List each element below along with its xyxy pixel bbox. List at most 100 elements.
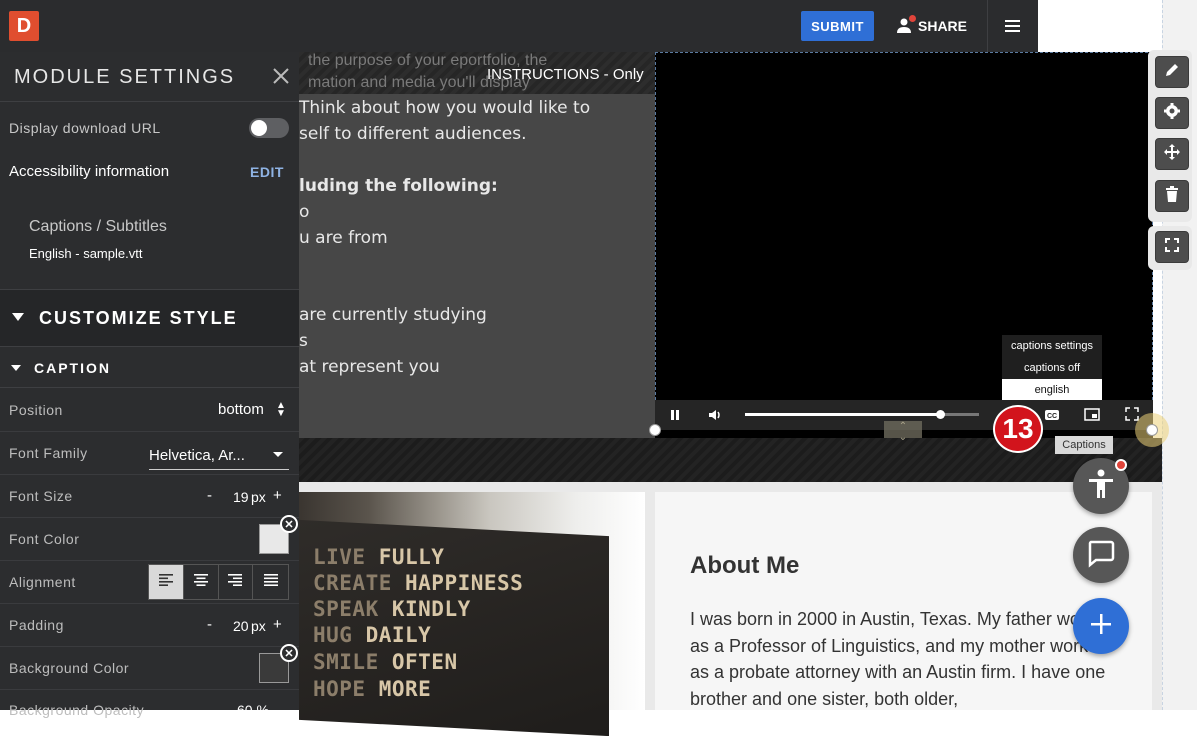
- volume-icon[interactable]: [707, 407, 723, 423]
- resize-knob-left[interactable]: [649, 424, 661, 436]
- captions-settings-option[interactable]: captions settings: [1002, 335, 1102, 356]
- instructions-line: self to different audiences.: [299, 124, 527, 144]
- captions-english-option[interactable]: english: [1002, 379, 1102, 400]
- instructions-line: luding the following:: [299, 176, 498, 196]
- font-size-label: Font Size: [9, 488, 73, 504]
- chat-icon: [1086, 538, 1116, 573]
- about-title: About Me: [690, 552, 800, 579]
- background-opacity-label: Background Opacity: [9, 702, 145, 718]
- padding-increase[interactable]: +: [273, 616, 282, 633]
- instructions-line: s: [299, 331, 308, 351]
- pause-icon[interactable]: [668, 408, 682, 422]
- padding-unit: px: [251, 618, 266, 634]
- resize-knob-right[interactable]: [1146, 424, 1158, 436]
- font-family-value: Helvetica, Ar...: [149, 447, 245, 464]
- trash-icon: [1165, 185, 1179, 207]
- board-line: CREATE HAPPINESS: [313, 571, 524, 595]
- move-button[interactable]: [1155, 138, 1189, 170]
- alignment-group: [148, 564, 289, 600]
- notification-dot: [909, 15, 916, 22]
- padding-decrease[interactable]: -: [207, 616, 212, 633]
- top-bar: [0, 0, 1038, 52]
- edit-link[interactable]: EDIT: [250, 164, 284, 180]
- instructions-line: Think about how you would like to: [299, 98, 591, 118]
- picture-in-picture-icon[interactable]: [1084, 408, 1100, 421]
- position-label: Position: [9, 402, 63, 418]
- padding-value[interactable]: 20: [233, 618, 249, 634]
- position-select[interactable]: bottom: [218, 401, 264, 418]
- instructions-line: are currently studying: [299, 305, 487, 325]
- align-right-button[interactable]: [219, 565, 254, 599]
- customize-style-title: CUSTOMIZE STYLE: [39, 308, 238, 328]
- align-right-icon: [228, 573, 243, 591]
- progress-knob[interactable]: [936, 410, 945, 419]
- align-justify-icon: [263, 573, 278, 591]
- divider: [987, 0, 988, 52]
- toggle-knob: [251, 120, 267, 136]
- captions-tooltip: Captions: [1055, 436, 1113, 454]
- app-logo[interactable]: D: [9, 11, 39, 41]
- share-label: SHARE: [918, 18, 968, 34]
- accessibility-info-label: Accessibility information: [9, 163, 170, 180]
- cc-icon[interactable]: CC: [1044, 408, 1060, 420]
- board-line: SPEAK KINDLY: [313, 597, 471, 621]
- accessibility-icon: [1087, 469, 1115, 504]
- font-family-label: Font Family: [9, 445, 88, 461]
- caret-down-icon: [273, 452, 283, 457]
- font-size-decrease[interactable]: -: [207, 487, 212, 504]
- alignment-label: Alignment: [9, 574, 76, 590]
- expand-button[interactable]: [1155, 231, 1189, 263]
- close-button[interactable]: [271, 66, 291, 86]
- captions-subtitles-label: Captions / Subtitles: [29, 218, 167, 235]
- chat-button[interactable]: [1073, 527, 1129, 583]
- background-opacity-value[interactable]: 60 %: [237, 702, 269, 718]
- hamburger-icon: [1000, 20, 1024, 40]
- display-download-url-label: Display download URL: [9, 120, 161, 136]
- submit-button[interactable]: SUBMIT: [801, 11, 874, 41]
- captions-off-option[interactable]: captions off: [1002, 357, 1102, 378]
- clear-icon[interactable]: ✕: [280, 515, 298, 533]
- instructions-line: o: [299, 202, 310, 222]
- progress-fill: [745, 413, 940, 416]
- font-size-value[interactable]: 19: [233, 489, 249, 505]
- align-justify-button[interactable]: [253, 565, 288, 599]
- align-left-button[interactable]: [149, 565, 184, 599]
- menu-button[interactable]: [1000, 16, 1024, 36]
- edit-button[interactable]: [1155, 56, 1189, 88]
- instructions-panel: [299, 94, 655, 438]
- sidebar-title: MODULE SETTINGS: [14, 66, 236, 88]
- expand-icon: [1165, 237, 1179, 257]
- font-size-unit: px: [251, 489, 266, 505]
- resize-handle[interactable]: ⌃ ⌄: [884, 421, 922, 443]
- instructions-line: u are from: [299, 228, 388, 248]
- share-button[interactable]: SHARE: [896, 11, 976, 41]
- board-line: HUG DAILY: [313, 623, 432, 647]
- board-line: HOPE MORE: [313, 677, 432, 701]
- clear-icon[interactable]: ✕: [280, 644, 298, 662]
- step-badge: 13: [993, 405, 1043, 453]
- fullscreen-icon[interactable]: [1125, 407, 1139, 421]
- close-icon: [271, 68, 291, 90]
- svg-text:CC: CC: [1047, 413, 1057, 420]
- gear-icon: [1163, 102, 1181, 125]
- delete-button[interactable]: [1155, 180, 1189, 212]
- align-center-button[interactable]: [184, 565, 219, 599]
- caret-down-icon: [11, 365, 21, 371]
- caret-down-icon: [12, 313, 24, 321]
- caption-section-title: CAPTION: [34, 360, 111, 376]
- board-line: SMILE OFTEN: [313, 650, 458, 674]
- select-arrows-icon: ▲ ▼: [276, 400, 286, 419]
- align-left-icon: [158, 573, 173, 591]
- background-color-label: Background Color: [9, 660, 130, 676]
- notification-dot: [1115, 459, 1127, 471]
- board-line: LIVE FULLY: [313, 545, 445, 569]
- font-color-label: Font Color: [9, 531, 80, 547]
- move-icon: [1163, 143, 1181, 166]
- font-size-increase[interactable]: +: [273, 487, 282, 504]
- add-button[interactable]: [1073, 598, 1129, 654]
- pencil-icon: [1164, 62, 1180, 83]
- settings-button[interactable]: [1155, 97, 1189, 129]
- instructions-header: INSTRUCTIONS - Only: [487, 66, 644, 83]
- padding-label: Padding: [9, 617, 64, 633]
- instructions-line: at represent you: [299, 357, 440, 377]
